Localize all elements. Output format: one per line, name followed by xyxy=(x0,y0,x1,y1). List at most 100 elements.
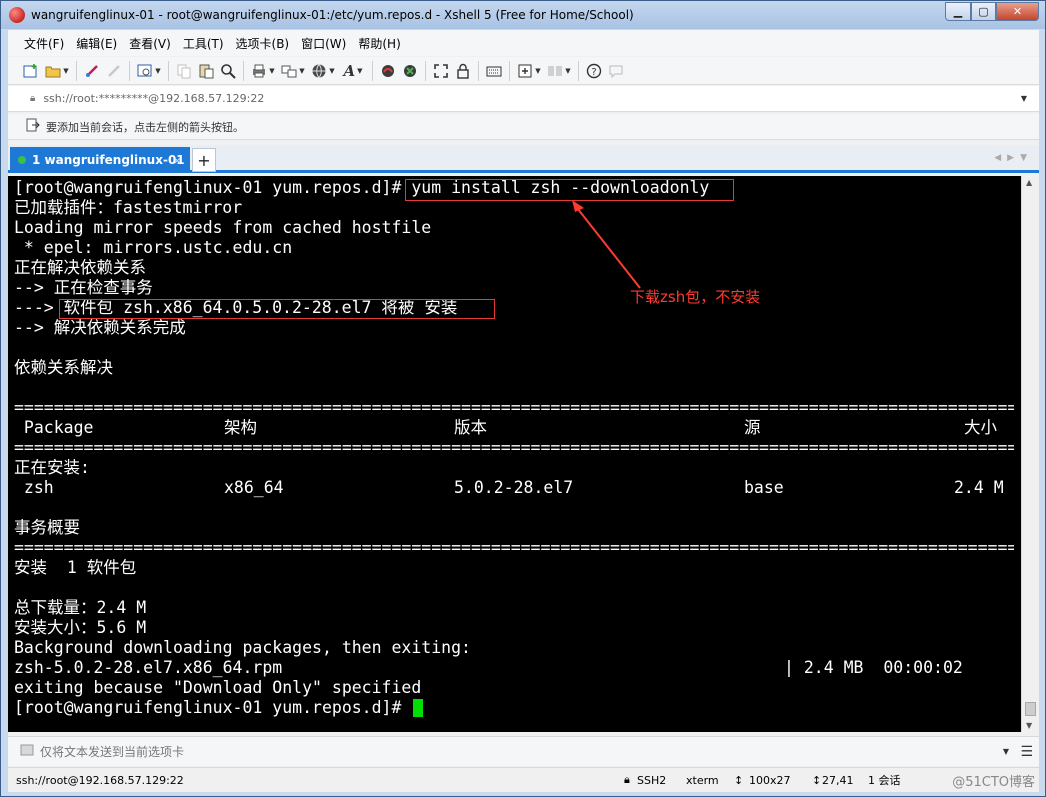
maximize-button[interactable]: ▢ xyxy=(971,2,996,21)
svg-text:?: ? xyxy=(591,67,596,78)
copy-icon[interactable] xyxy=(173,60,195,82)
close-button[interactable]: ✕ xyxy=(996,2,1039,21)
chat-icon[interactable] xyxy=(605,60,627,82)
toolbar-separator xyxy=(372,60,373,81)
compose-input[interactable]: 仅将文本发送到当前选项卡 xyxy=(40,743,184,760)
lock-icon: 🔒︎ xyxy=(30,93,36,104)
chevron-down-icon[interactable]: ▼ xyxy=(1021,94,1027,103)
cursor-position-icon: ↕ xyxy=(812,773,822,787)
menu-view[interactable]: 查看(V) xyxy=(123,35,177,52)
fullscreen-icon[interactable] xyxy=(430,60,452,82)
scroll-down-icon[interactable]: ▼ xyxy=(1026,721,1032,730)
menu-bar: 文件(F) 编辑(E) 查看(V) 工具(T) 选项卡(B) 窗口(W) 帮助(… xyxy=(8,30,1039,56)
terminal-line: exiting because "Download Only" specifie… xyxy=(14,678,422,697)
connected-status-icon xyxy=(18,156,26,164)
menu-edit[interactable]: 编辑(E) xyxy=(70,35,123,52)
add-tab-button[interactable]: + xyxy=(192,148,216,172)
transfer-icon[interactable]: ▼ xyxy=(278,60,308,82)
column-header-repo: 源 xyxy=(744,418,761,437)
window-controls: ▁ ▢ ✕ xyxy=(945,2,1039,21)
terminal-line: Background downloading packages, then ex… xyxy=(14,638,471,657)
menu-file[interactable]: 文件(F) xyxy=(18,35,70,52)
xshell-app-icon xyxy=(9,7,25,23)
compose-bar[interactable]: 仅将文本发送到当前选项卡 ▼ ☰ xyxy=(8,736,1039,766)
title-bar[interactable]: wangruifenglinux-01 - root@wangruifengli… xyxy=(1,1,1045,29)
session-hint-bar: 要添加当前会话，点击左侧的箭头按钮。 xyxy=(8,114,1039,140)
table-rule: ========================================… xyxy=(14,438,1014,457)
table-cell-repo: base xyxy=(744,478,784,497)
table-cell-size: 2.4 M xyxy=(954,478,1004,497)
toolbar: ▼ ▼ ▼ ▼ ▼ A ▼ ▼ ▼ ? xyxy=(8,57,1039,85)
toolbar-separator xyxy=(243,60,244,81)
scroll-thumb[interactable] xyxy=(1025,702,1036,716)
toolbar-separator xyxy=(76,60,77,81)
menu-icon[interactable]: ☰ xyxy=(1020,744,1033,760)
print-icon[interactable]: ▼ xyxy=(248,60,278,82)
menu-window[interactable]: 窗口(W) xyxy=(295,35,352,52)
column-header-version: 版本 xyxy=(454,418,487,437)
protocol-icon: 🔒︎ xyxy=(624,773,630,786)
annotation-text: 下载zsh包，不安装 xyxy=(630,288,761,306)
xftp-icon[interactable] xyxy=(377,60,399,82)
table-cell-arch: x86_64 xyxy=(224,478,284,497)
toolbar-separator xyxy=(578,60,579,81)
minimize-button[interactable]: ▁ xyxy=(945,2,971,21)
new-tab-icon[interactable]: ▼ xyxy=(514,60,544,82)
menu-help[interactable]: 帮助(H) xyxy=(352,35,406,52)
globe-icon[interactable]: ▼ xyxy=(308,60,338,82)
tab-close-icon[interactable]: × xyxy=(173,154,182,167)
status-sessions: 1 会话 xyxy=(868,774,901,787)
terminal-line: 事务概要 xyxy=(14,518,80,537)
client-area: 文件(F) 编辑(E) 查看(V) 工具(T) 选项卡(B) 窗口(W) 帮助(… xyxy=(8,30,1039,792)
toolbar-separator xyxy=(168,60,169,81)
terminal-prompt: [root@wangruifenglinux-01 yum.repos.d]# xyxy=(14,698,412,717)
keyboard-icon[interactable] xyxy=(483,60,505,82)
add-session-arrow-icon[interactable] xyxy=(26,118,40,135)
status-bar: ssh://root@192.168.57.129:22 🔒︎ SSH2 xte… xyxy=(8,767,1039,792)
find-icon[interactable] xyxy=(217,60,239,82)
disconnect-icon[interactable] xyxy=(103,60,125,82)
properties-icon[interactable]: ▼ xyxy=(134,60,164,82)
column-header-size: 大小 xyxy=(964,418,997,437)
watermark: @51CTO博客 xyxy=(952,774,1035,790)
help-icon[interactable]: ? xyxy=(583,60,605,82)
chevron-down-icon[interactable]: ▼ xyxy=(1003,747,1009,756)
xshell-window: wangruifenglinux-01 - root@wangruifengli… xyxy=(0,0,1046,797)
terminal-line: 正在解决依赖关系 xyxy=(14,258,146,277)
terminal-line: --> 解决依赖关系完成 xyxy=(14,318,186,337)
tab-session-1[interactable]: 1 wangruifenglinux-01 × xyxy=(10,147,190,173)
menu-tools[interactable]: 工具(T) xyxy=(177,35,230,52)
new-session-icon[interactable] xyxy=(20,60,42,82)
status-connection: ssh://root@192.168.57.129:22 xyxy=(16,773,184,787)
table-cell-package: zsh xyxy=(14,478,54,497)
terminal-line: 依赖关系解决 xyxy=(14,358,113,377)
terminal-line: --> 正在检查事务 xyxy=(14,278,153,297)
xmanager-icon[interactable] xyxy=(399,60,421,82)
terminal-line: Loading mirror speeds from cached hostfi… xyxy=(14,218,432,237)
toolbar-separator xyxy=(478,60,479,81)
session-hint-text: 要添加当前会话，点击左侧的箭头按钮。 xyxy=(46,120,244,134)
open-folder-icon[interactable]: ▼ xyxy=(42,60,72,82)
terminal-cursor xyxy=(413,699,423,717)
status-protocol: SSH2 xyxy=(637,773,667,787)
tab-scroll-arrows[interactable]: ◀▶▼ xyxy=(994,153,1033,163)
scroll-up-icon[interactable]: ▲ xyxy=(1026,178,1032,187)
tab-label: 1 wangruifenglinux-01 xyxy=(32,153,185,167)
font-icon[interactable]: A ▼ xyxy=(338,60,368,82)
status-terminal-size: 100x27 xyxy=(749,773,791,787)
terminal-line: 安装大小：5.6 M xyxy=(14,618,147,637)
layout-icon[interactable]: ▼ xyxy=(544,60,574,82)
terminal-screen[interactable]: [root@wangruifenglinux-01 yum.repos.d]# … xyxy=(8,176,1021,732)
address-bar[interactable]: 🔒︎ ssh://root:*********@192.168.57.129:2… xyxy=(8,86,1039,112)
table-rule: ========================================… xyxy=(14,398,1014,417)
paste-icon[interactable] xyxy=(195,60,217,82)
menu-tabs[interactable]: 选项卡(B) xyxy=(230,35,296,52)
terminal-scrollbar[interactable]: ▲ ▼ xyxy=(1021,176,1039,732)
address-input[interactable]: ssh://root:*********@192.168.57.129:22 xyxy=(43,92,264,105)
column-header-arch: 架构 xyxy=(224,418,257,437)
terminal-line: 总下载量：2.4 M xyxy=(14,598,147,617)
lock-icon[interactable] xyxy=(452,60,474,82)
terminal-line: 安装 1 软件包 xyxy=(14,558,137,577)
reconnect-icon[interactable] xyxy=(81,60,103,82)
compose-icon xyxy=(20,744,34,759)
